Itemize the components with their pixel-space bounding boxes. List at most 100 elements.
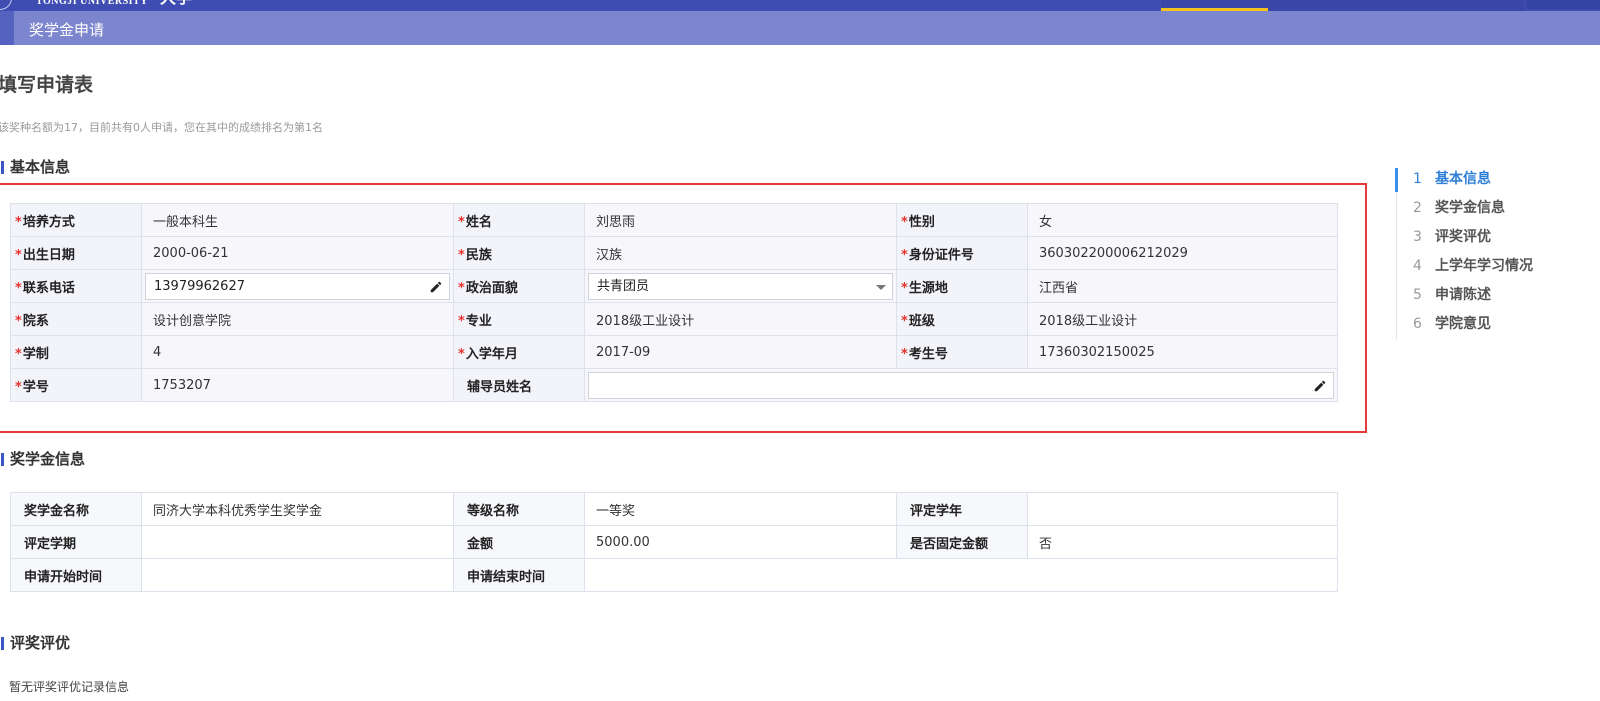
field-label: 评定学期	[10, 525, 142, 559]
table-row: *出生日期 2000-06-21 *民族 汉族 *身份证件号 36030220000621…	[10, 236, 1338, 270]
table-row: *学制 4 *入学年月 2017-09 *考生号 17360302150025	[10, 335, 1338, 369]
field-label: 申请开始时间	[10, 558, 142, 592]
section-marker	[1, 161, 4, 174]
field-value	[141, 558, 454, 592]
field-label: *民族	[453, 236, 585, 270]
field-value: 刘思雨	[584, 203, 897, 237]
field-label-text: 等级名称	[467, 503, 520, 519]
required-star: *	[901, 247, 908, 263]
sub-header-edge	[0, 11, 14, 45]
field-value: 否	[1027, 525, 1338, 559]
side-nav-item[interactable]: 1 基本信息	[1413, 168, 1491, 188]
side-nav-item-number: 1	[1413, 171, 1422, 187]
field-value-cell	[584, 368, 1338, 402]
field-label: 奖学金名称	[10, 492, 142, 526]
field-label: *姓名	[453, 203, 585, 237]
field-value: 同济大学本科优秀学生奖学金	[141, 492, 454, 526]
field-label: *政治面貌	[453, 269, 585, 303]
pencil-icon[interactable]	[429, 280, 443, 294]
field-label: *性别	[896, 203, 1028, 237]
field-value: 2017-09	[584, 335, 897, 369]
caret-down-icon[interactable]	[876, 284, 886, 290]
field-label-text: 申请开始时间	[24, 569, 103, 585]
side-nav-item[interactable]: 4 上学年学习情况	[1413, 255, 1533, 275]
section-marker	[1, 453, 4, 466]
university-logo	[0, 0, 12, 10]
nav-tab-active[interactable]	[1161, 0, 1268, 11]
page-title: 填写申请表	[0, 74, 94, 96]
input-value: 共青团员	[597, 278, 650, 294]
required-star: *	[15, 280, 22, 296]
input-value: 13979962627	[154, 278, 245, 294]
side-nav-item[interactable]: 3 评奖评优	[1413, 226, 1491, 246]
required-star: *	[901, 346, 908, 362]
required-star: *	[15, 214, 22, 230]
nav-tab[interactable]	[1526, 0, 1600, 9]
field-value: 2000-06-21	[141, 236, 454, 270]
field-label: *学号	[10, 368, 142, 402]
field-value: 江西省	[1027, 269, 1338, 303]
side-nav-item-number: 4	[1413, 258, 1422, 274]
counselor-name-input[interactable]	[588, 371, 1334, 399]
table-row: *院系 设计创意学院 *专业 2018级工业设计 *班级 2018级工业设计	[10, 302, 1338, 336]
table-row: *培养方式 一般本科生 *姓名 刘思雨 *性别女	[10, 203, 1338, 237]
field-label-text: 学号	[22, 379, 49, 395]
field-label: *院系	[10, 302, 142, 336]
political-status-select[interactable]: 共青团员	[588, 272, 893, 300]
field-label-text: 身份证件号	[908, 247, 974, 263]
pencil-icon[interactable]	[1313, 379, 1327, 393]
required-star: *	[458, 346, 465, 362]
field-label-text: 辅导员姓名	[467, 379, 533, 395]
table-row: 奖学金名称 同济大学本科优秀学生奖学金 等级名称 一等奖 评定学年	[10, 492, 1338, 526]
field-value: 17360302150025	[1027, 335, 1338, 369]
field-label-text: 入学年月	[465, 346, 518, 362]
field-value	[584, 558, 1338, 592]
sub-header-title: 奖学金申请	[29, 21, 105, 39]
field-label-text: 联系电话	[22, 280, 75, 296]
field-value: 设计创意学院	[141, 302, 454, 336]
field-label-text: 是否固定金额	[910, 536, 989, 552]
side-nav-item[interactable]: 5 申请陈述	[1413, 284, 1491, 304]
field-value: 2018级工业设计	[1027, 302, 1338, 336]
table-row: *学号 1753207 辅导员姓名	[10, 368, 1338, 402]
field-value: 汉族	[584, 236, 897, 270]
field-label-text: 申请结束时间	[467, 569, 546, 585]
side-nav-item-number: 2	[1413, 200, 1422, 216]
section-title-scholarship-info: 奖学金信息	[0, 450, 85, 468]
field-label-text: 民族	[465, 247, 492, 263]
sub-header-bar: 奖学金申请	[0, 11, 1600, 45]
side-nav-item-label: 评奖评优	[1435, 229, 1491, 245]
side-nav-item-label: 上学年学习情况	[1435, 258, 1533, 274]
field-label-text: 政治面貌	[465, 280, 518, 296]
side-nav-item-label: 学院意见	[1435, 316, 1491, 332]
side-nav-item-label: 奖学金信息	[1435, 200, 1505, 216]
university-name-cn: 大学	[160, 0, 192, 6]
field-value: 2018级工业设计	[584, 302, 897, 336]
required-star: *	[15, 346, 22, 362]
side-nav-item[interactable]: 2 奖学金信息	[1413, 197, 1505, 217]
required-star: *	[458, 280, 465, 296]
scholarship-info-table: 奖学金名称 同济大学本科优秀学生奖学金 等级名称 一等奖 评定学年 评定学期 金额 5000.…	[10, 492, 1338, 592]
field-label: *专业	[453, 302, 585, 336]
required-star: *	[901, 280, 908, 296]
field-value: 360302200006212029	[1027, 236, 1338, 270]
section-title-basic-info: 基本信息	[0, 158, 70, 176]
field-label-text: 学制	[22, 346, 49, 362]
side-nav-item[interactable]: 6 学院意见	[1413, 313, 1491, 333]
side-nav-track	[1396, 168, 1397, 340]
field-label: *学制	[10, 335, 142, 369]
field-label-text: 班级	[908, 313, 935, 329]
side-nav-item-number: 3	[1413, 229, 1422, 245]
university-name-en: TONGJI UNIVERSITY	[36, 0, 148, 7]
section-marker	[1, 637, 4, 650]
field-label-text: 培养方式	[22, 214, 75, 230]
table-row: 评定学期 金额 5000.00 是否固定金额 否	[10, 525, 1338, 559]
field-label: 是否固定金额	[896, 525, 1028, 559]
phone-input[interactable]: 13979962627	[145, 272, 450, 300]
field-value	[1027, 492, 1338, 526]
field-value: 4	[141, 335, 454, 369]
required-star: *	[901, 214, 908, 230]
quota-notice: 该奖种名额为17，目前共有0人申请，您在其中的成绩排名为第1名	[0, 121, 323, 134]
field-label-text: 奖学金名称	[24, 503, 90, 519]
nav-tab[interactable]	[1268, 0, 1524, 11]
